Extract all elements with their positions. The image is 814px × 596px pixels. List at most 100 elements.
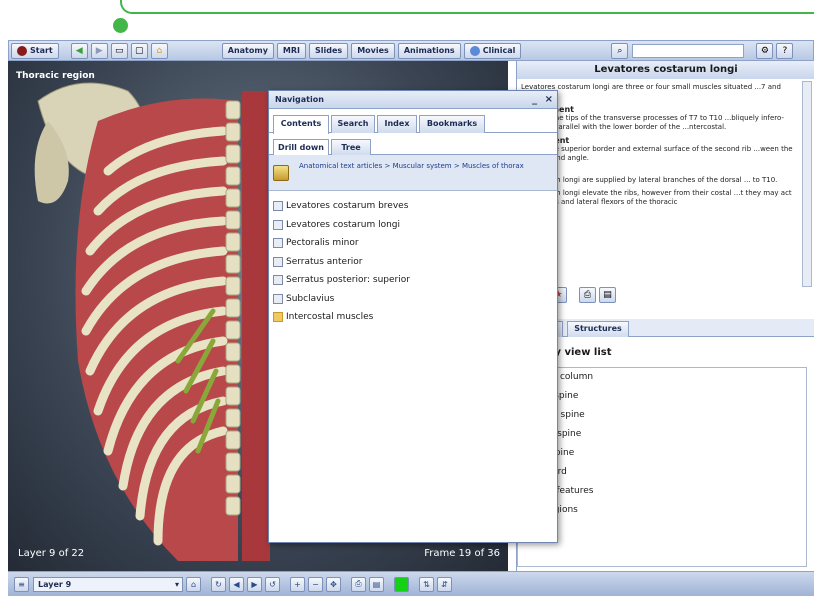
print-icon[interactable]: ⎙ (351, 576, 366, 592)
list-item[interactable]: Levatores costarum breves (269, 197, 557, 216)
tab-clinical[interactable]: Clinical (463, 42, 522, 59)
section-text-2: ...costarum longi are supplied by latera… (521, 176, 778, 184)
item-label: Pectoralis minor (286, 238, 359, 249)
reset-icon[interactable]: ↺ (265, 576, 280, 592)
navigation-title: Navigation (275, 95, 324, 104)
save-icon[interactable]: ▤ (599, 287, 616, 303)
layer-select[interactable]: Layer 9 ▾ (33, 576, 183, 592)
list-item[interactable]: ...oracic spine (518, 406, 806, 425)
section-text-0: ...s from the tips of the transverse pro… (521, 114, 784, 131)
list-item[interactable]: Levatores costarum longi (269, 216, 557, 235)
zoom-in-icon[interactable]: + (290, 576, 305, 592)
layer-select-value: Layer 9 (38, 579, 72, 589)
item-label: Serratus anterior (286, 256, 363, 267)
navigation-titlebar[interactable]: Navigation _ × (269, 91, 557, 109)
sort-icon[interactable]: ⇅ (419, 576, 434, 592)
layers-icon[interactable]: ≡ (14, 576, 29, 592)
bottom-toolbar: ≡ Layer 9 ▾ ⌂ ↻ ◀ ▶ ↺ + − ✥ ⎙ ▤ ⇅ ⇵ (8, 571, 814, 596)
item-label: Serratus posterior: superior (286, 275, 410, 286)
settings-icon[interactable]: ⚙ (756, 42, 774, 59)
document-icon (273, 201, 283, 212)
back-arrow-icon[interactable]: ◀ (70, 42, 88, 59)
frame-indicator: Frame 19 of 36 (424, 548, 500, 559)
navigation-dialog: Navigation _ × Contents Search Index Boo… (268, 90, 558, 543)
tab-movies[interactable]: Movies (351, 42, 395, 59)
section-heading-1: ...achment (521, 136, 797, 145)
article-intro: Levatores costarum longi are three or fo… (521, 83, 781, 100)
play-forward-icon[interactable]: ▶ (247, 576, 262, 592)
list-item[interactable]: ...rface features (518, 482, 806, 501)
start-label: Start (30, 46, 53, 55)
document-icon (273, 256, 283, 267)
item-label: Levatores costarum breves (286, 201, 409, 212)
list-item[interactable]: Serratus posterior: superior (269, 271, 557, 290)
list-item[interactable]: ...mbar spine (518, 425, 806, 444)
zoom-out-icon[interactable]: − (308, 576, 323, 592)
section-text-3: ...costarum longi elevate the ribs, howe… (521, 189, 792, 206)
document-icon (273, 275, 283, 286)
tab-bookmarks[interactable]: Bookmarks (419, 115, 485, 133)
article-text: Levatores costarum longi are three or fo… (517, 81, 801, 295)
tab-structures[interactable]: Structures (567, 321, 629, 337)
section-heading-2: ...pply (521, 167, 797, 176)
rotate-icon[interactable]: ↻ (211, 576, 226, 592)
tab-search[interactable]: Search (331, 115, 375, 133)
print-icon[interactable]: ⎙ (579, 287, 596, 303)
forward-arrow-icon[interactable]: ▶ (90, 42, 108, 59)
start-logo-icon (17, 45, 27, 56)
list-item[interactable]: ...vical spine (518, 387, 806, 406)
list-item[interactable]: Subclavius (269, 290, 557, 309)
breadcrumb[interactable]: Anatomical text articles > Muscular syst… (299, 161, 551, 171)
list-item[interactable]: Pectoralis minor (269, 234, 557, 253)
section-text-1: ...ch to the superior border and externa… (521, 145, 793, 162)
help-icon[interactable]: ? (776, 42, 794, 59)
list-item[interactable]: ...nal cord (518, 463, 806, 482)
document-icon (273, 219, 283, 230)
list-item[interactable]: ...tebral column (518, 368, 806, 387)
home-icon[interactable]: ⌂ (150, 42, 168, 59)
list-item[interactable]: Intercostal muscles (269, 308, 557, 327)
tab-tree[interactable]: Tree (331, 139, 371, 155)
connector-dot (113, 18, 128, 33)
tab-contents[interactable]: Contents (273, 115, 329, 134)
tab-mri[interactable]: MRI (276, 42, 307, 59)
home-view-icon[interactable]: ⌂ (186, 576, 201, 592)
list-item[interactable]: ...cral spine (518, 444, 806, 463)
minimize-button[interactable]: _ (532, 94, 537, 105)
tab-slides[interactable]: Slides (309, 42, 349, 59)
window-icon[interactable]: ▢ (130, 42, 148, 59)
article-panel: Levatores costarum longi Levatores costa… (516, 61, 814, 571)
tab-anatomy[interactable]: Anatomy (221, 42, 274, 59)
article-title: Levatores costarum longi (517, 61, 814, 79)
close-button[interactable]: × (545, 94, 553, 105)
item-label: Intercostal muscles (286, 312, 374, 323)
color-swatch-icon[interactable] (394, 576, 409, 592)
navigation-tabs: Contents Search Index Bookmarks (269, 115, 557, 134)
window-controls: _ × (532, 91, 553, 109)
article-scrollbar[interactable] (802, 81, 812, 287)
search-icon[interactable]: ⌕ (611, 42, 629, 59)
play-back-icon[interactable]: ◀ (229, 576, 244, 592)
layer-indicator: Layer 9 of 22 (18, 548, 85, 559)
pan-icon[interactable]: ✥ (326, 576, 341, 592)
tab-drill-down[interactable]: Drill down (273, 139, 329, 156)
search-input[interactable] (632, 43, 745, 58)
save-icon[interactable]: ▤ (369, 576, 384, 592)
document-icon (273, 238, 283, 249)
list-item[interactable]: Serratus anterior (269, 253, 557, 272)
tab-index[interactable]: Index (377, 115, 417, 133)
tab-clinical-label: Clinical (482, 46, 516, 55)
list-item[interactable]: ...ne regions (518, 501, 806, 520)
start-button[interactable]: Start (11, 42, 59, 59)
item-label: Subclavius (286, 293, 335, 304)
folder-icon[interactable]: ▭ (110, 42, 128, 59)
reorder-icon[interactable]: ⇵ (437, 576, 452, 592)
folder-icon (273, 312, 283, 323)
decorative-connector-line (120, 0, 814, 14)
section-heading-0: Attachment (521, 105, 797, 114)
item-label: Levatores costarum longi (286, 219, 401, 230)
navigation-list: Levatores costarum breves Levatores cost… (269, 191, 557, 327)
up-folder-icon[interactable] (273, 165, 289, 181)
tab-animations[interactable]: Animations (397, 42, 461, 59)
view-list: ...tebral column ...vical spine ...oraci… (517, 367, 807, 567)
